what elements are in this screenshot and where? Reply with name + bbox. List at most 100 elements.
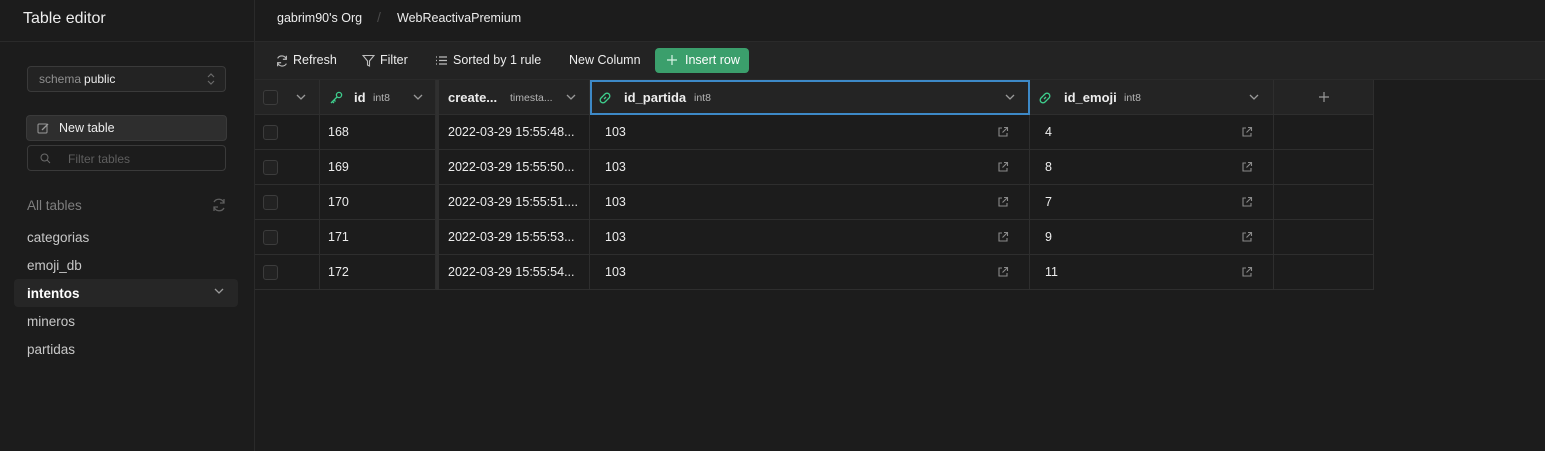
column-header-id-emoji[interactable]: id_emoji int8	[1030, 80, 1274, 115]
cell-value: 103	[605, 160, 626, 174]
cell-value: 169	[328, 160, 349, 174]
cell-empty	[1274, 150, 1374, 185]
cell-id-emoji[interactable]: 8	[1030, 150, 1274, 185]
cell-empty	[1274, 185, 1374, 220]
refresh-button[interactable]: Refresh	[277, 53, 337, 67]
open-reference-icon[interactable]	[1241, 126, 1253, 138]
open-reference-icon[interactable]	[1241, 196, 1253, 208]
open-reference-icon[interactable]	[1241, 161, 1253, 173]
filter-tables-input[interactable]: Filter tables	[27, 145, 226, 171]
open-reference-icon[interactable]	[997, 231, 1009, 243]
column-type: int8	[373, 92, 390, 104]
chevron-down-icon[interactable]	[566, 93, 576, 101]
cell-created-at[interactable]: 2022-03-29 15:55:50...	[436, 150, 590, 185]
key-icon	[330, 91, 343, 104]
breadcrumb-project[interactable]: WebReactivaPremium	[397, 11, 521, 25]
plus-icon	[1319, 92, 1329, 102]
cell-id-emoji[interactable]: 4	[1030, 115, 1274, 150]
new-table-label: New table	[59, 121, 115, 135]
cell-value: 168	[328, 125, 349, 139]
row-select-cell	[255, 185, 320, 220]
column-name: id_emoji	[1064, 90, 1117, 105]
edit-icon	[37, 123, 49, 134]
table-item-partidas[interactable]: partidas	[14, 335, 238, 363]
chevron-down-icon[interactable]	[1005, 93, 1015, 101]
cell-id[interactable]: 168	[320, 115, 436, 150]
cell-empty	[1274, 255, 1374, 290]
sidebar: Table editor schema public New table Filt…	[0, 0, 255, 451]
cell-empty	[1274, 115, 1374, 150]
open-reference-icon[interactable]	[997, 126, 1009, 138]
select-all-header	[255, 80, 320, 115]
table-item-categorias[interactable]: categorias	[14, 223, 238, 251]
table-item-label: intentos	[27, 286, 80, 301]
select-all-checkbox[interactable]	[263, 90, 278, 105]
table-item-mineros[interactable]: mineros	[14, 307, 238, 335]
table-item-emoji-db[interactable]: emoji_db	[14, 251, 238, 279]
cell-value: 171	[328, 230, 349, 244]
new-table-button[interactable]: New table	[26, 115, 227, 141]
cell-created-at[interactable]: 2022-03-29 15:55:53...	[436, 220, 590, 255]
chevron-down-icon[interactable]	[214, 287, 224, 295]
new-column-button[interactable]: New Column	[569, 53, 641, 67]
refresh-label: Refresh	[293, 53, 337, 67]
column-header-id[interactable]: id int8	[320, 80, 436, 115]
table-item-label: emoji_db	[27, 258, 82, 273]
open-reference-icon[interactable]	[997, 196, 1009, 208]
column-name: create...	[448, 90, 498, 105]
cell-id[interactable]: 169	[320, 150, 436, 185]
column-header-created-at[interactable]: create... timesta...	[436, 80, 590, 115]
filter-label: Filter	[380, 53, 408, 67]
frozen-column-divider	[436, 80, 439, 290]
table-list: categorias emoji_db intentos mineros par…	[14, 223, 238, 363]
schema-select[interactable]: schema public	[27, 66, 226, 92]
add-column-header[interactable]	[1274, 80, 1374, 115]
cell-value: 2022-03-29 15:55:54...	[448, 265, 575, 279]
chevron-down-icon[interactable]	[413, 93, 423, 101]
row-select-cell	[255, 115, 320, 150]
cell-id[interactable]: 170	[320, 185, 436, 220]
cell-id-partida[interactable]: 103	[590, 150, 1030, 185]
cell-id-partida[interactable]: 103	[590, 185, 1030, 220]
open-reference-icon[interactable]	[997, 266, 1009, 278]
link-icon	[599, 92, 611, 104]
open-reference-icon[interactable]	[997, 161, 1009, 173]
row-checkbox[interactable]	[263, 230, 278, 245]
cell-value: 2022-03-29 15:55:50...	[448, 160, 575, 174]
table-item-intentos[interactable]: intentos	[14, 279, 238, 307]
sort-button[interactable]: Sorted by 1 rule	[436, 53, 541, 67]
cell-id-emoji[interactable]: 9	[1030, 220, 1274, 255]
list-icon	[436, 56, 447, 65]
row-checkbox[interactable]	[263, 195, 278, 210]
insert-row-button[interactable]: Insert row	[655, 48, 749, 73]
breadcrumb-separator: /	[377, 9, 381, 25]
cell-value: 7	[1045, 195, 1052, 209]
refresh-icon[interactable]	[211, 197, 227, 213]
open-reference-icon[interactable]	[1241, 266, 1253, 278]
column-type: timesta...	[510, 92, 553, 104]
open-reference-icon[interactable]	[1241, 231, 1253, 243]
breadcrumb-org[interactable]: gabrim90's Org	[277, 11, 362, 25]
row-checkbox[interactable]	[263, 160, 278, 175]
cell-value: 172	[328, 265, 349, 279]
cell-id-emoji[interactable]: 11	[1030, 255, 1274, 290]
chevron-down-icon[interactable]	[296, 93, 306, 101]
cell-value: 9	[1045, 230, 1052, 244]
search-icon	[40, 153, 51, 164]
cell-created-at[interactable]: 2022-03-29 15:55:54...	[436, 255, 590, 290]
column-header-id-partida[interactable]: id_partida int8	[590, 80, 1030, 115]
cell-id-partida[interactable]: 103	[590, 115, 1030, 150]
cell-value: 11	[1045, 265, 1058, 279]
cell-id-partida[interactable]: 103	[590, 220, 1030, 255]
cell-id-partida[interactable]: 103	[590, 255, 1030, 290]
cell-created-at[interactable]: 2022-03-29 15:55:51....	[436, 185, 590, 220]
cell-id[interactable]: 171	[320, 220, 436, 255]
cell-id[interactable]: 172	[320, 255, 436, 290]
chevron-down-icon[interactable]	[1249, 93, 1259, 101]
row-checkbox[interactable]	[263, 265, 278, 280]
filter-icon	[362, 54, 375, 67]
filter-button[interactable]: Filter	[362, 53, 408, 67]
cell-created-at[interactable]: 2022-03-29 15:55:48...	[436, 115, 590, 150]
row-checkbox[interactable]	[263, 125, 278, 140]
cell-id-emoji[interactable]: 7	[1030, 185, 1274, 220]
